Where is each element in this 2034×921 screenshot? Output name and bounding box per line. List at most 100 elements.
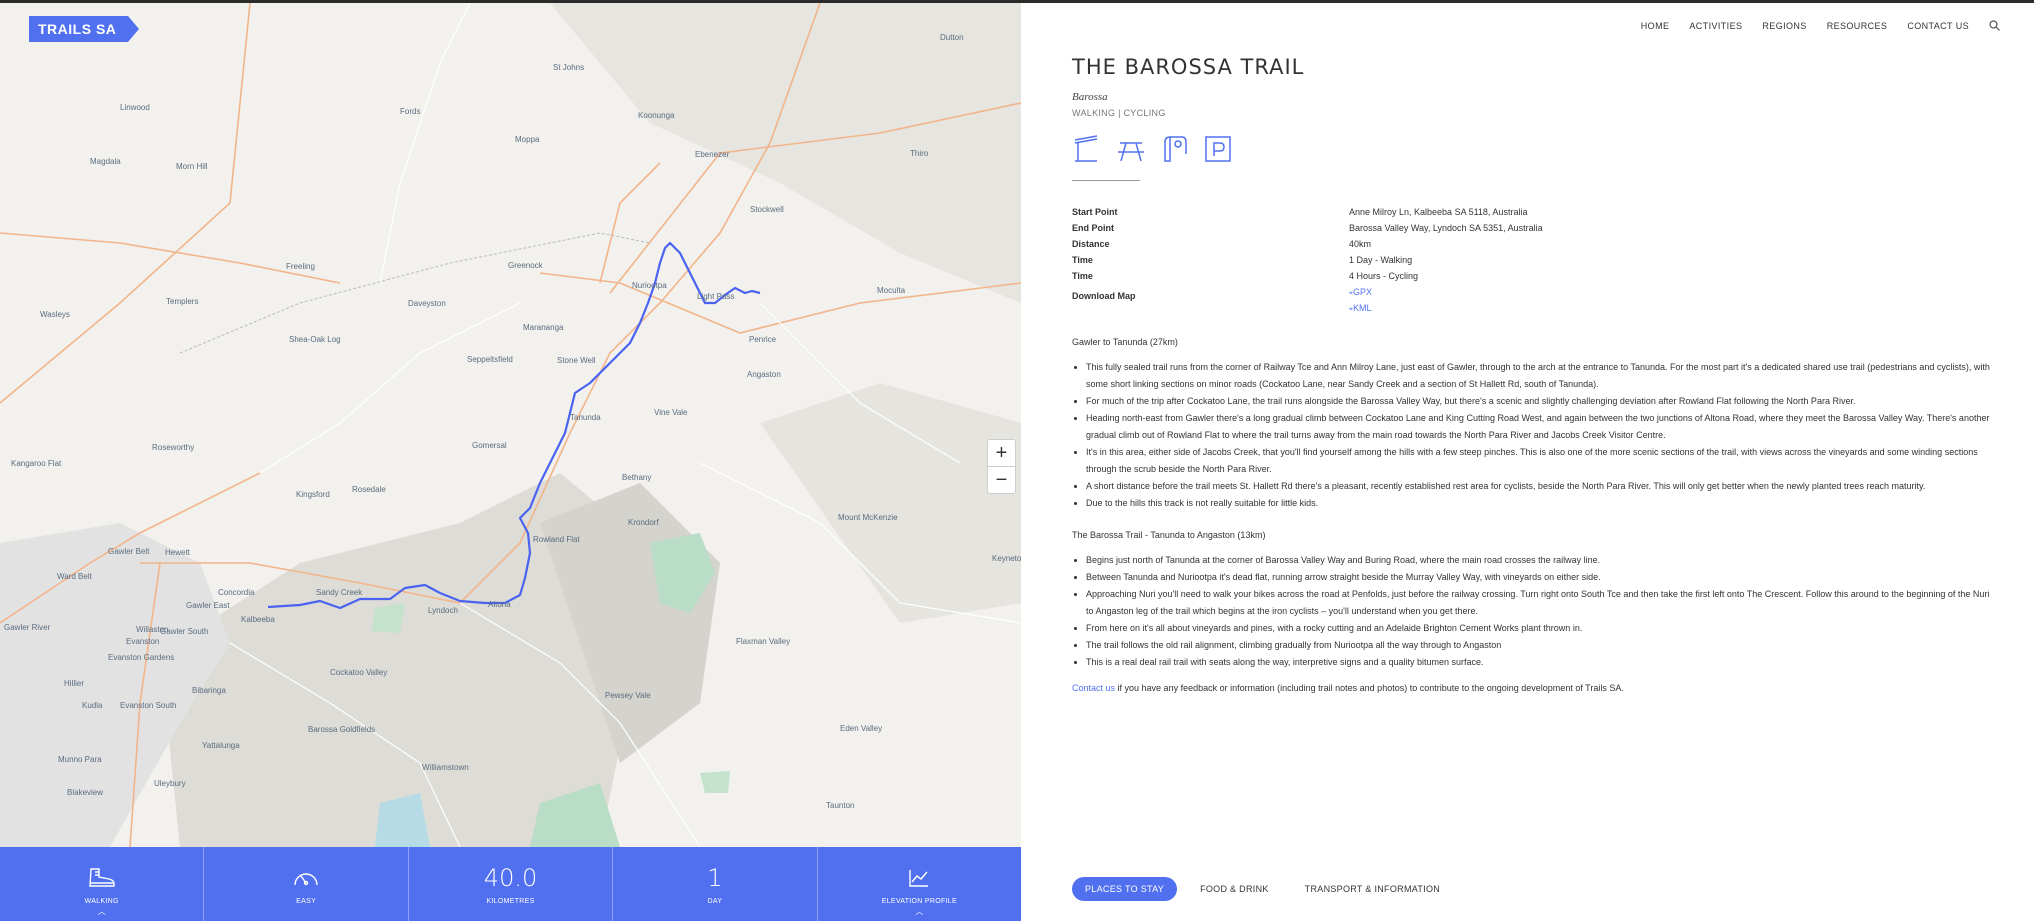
- place-label: Hewett: [165, 548, 190, 557]
- place-label: Gomersal: [472, 441, 507, 450]
- place-label: Altona: [488, 600, 511, 609]
- list-item: Begins just north of Tanunda at the corn…: [1086, 552, 1992, 569]
- place-label: Rowland Flat: [533, 535, 580, 544]
- place-label: Stone Well: [557, 356, 596, 365]
- parking-icon: [1205, 136, 1231, 162]
- place-label: Hillier: [64, 679, 84, 688]
- tab-transport-information[interactable]: TRANSPORT & INFORMATION: [1292, 877, 1453, 901]
- place-label: Uleybury: [154, 779, 186, 788]
- list-item: A short distance before the trail meets …: [1086, 478, 1992, 495]
- kml-link-text: KML: [1352, 303, 1372, 313]
- zoom-out-button[interactable]: −: [988, 467, 1015, 493]
- facilities-icons: [1072, 134, 1992, 164]
- list-item: It's in this area, either side of Jacobs…: [1086, 444, 1992, 478]
- place-label: Sandy Creek: [316, 588, 363, 597]
- place-label: Pewsey Vale: [605, 691, 651, 700]
- distance-value: 40.0: [483, 863, 538, 892]
- duration-unit-label: DAY: [707, 897, 723, 905]
- place-label: Concordia: [218, 588, 255, 597]
- search-icon[interactable]: [1989, 20, 2000, 31]
- section-heading: Gawler to Tanunda (27km): [1072, 337, 1178, 347]
- place-label: Evanston: [126, 637, 160, 646]
- place-label: Freeling: [286, 262, 315, 271]
- list-item: This fully sealed trail runs from the co…: [1086, 359, 1992, 393]
- start-point-label: Start Point: [1072, 207, 1118, 217]
- zoom-control: + −: [987, 439, 1016, 494]
- place-label: Seppeltsfield: [467, 355, 513, 364]
- place-label: Angaston: [747, 370, 781, 379]
- list-item: Approaching Nuri you'll need to walk you…: [1086, 586, 1992, 620]
- place-label: St Johns: [553, 63, 585, 72]
- place-label: Gawler River: [4, 623, 51, 632]
- map-canvas[interactable]: [0, 3, 1021, 847]
- kml-download-link[interactable]: ⌖KML: [1349, 303, 1543, 319]
- nav-activities[interactable]: ACTIVITIES: [1689, 21, 1742, 31]
- shelter-icon: [1074, 135, 1098, 162]
- gpx-download-link[interactable]: ⌖GPX: [1349, 287, 1543, 303]
- download-map-label: Download Map: [1072, 291, 1136, 301]
- place-label: Shea-Oak Log: [289, 335, 341, 344]
- stat-difficulty: EASY: [204, 847, 409, 921]
- place-label: Yattalunga: [202, 741, 240, 750]
- place-label: Munno Para: [58, 755, 102, 764]
- place-label: Greenock: [508, 261, 543, 270]
- place-label: Williamstown: [422, 763, 469, 772]
- place-label: Dutton: [940, 33, 964, 42]
- place-label: Vine Vale: [654, 408, 688, 417]
- elevation-profile-label: ELEVATION PROFILE: [881, 897, 957, 905]
- place-label: Flaxman Valley: [736, 637, 791, 646]
- trail-map[interactable]: Dutton Linwood St Johns Fords Koonunga M…: [0, 3, 1021, 847]
- place-label: Lyndoch: [428, 606, 458, 615]
- list-item: Due to the hills this track is not reall…: [1086, 495, 1992, 512]
- nav-resources[interactable]: RESOURCES: [1827, 21, 1888, 31]
- walking-boot-icon: [87, 864, 117, 892]
- stat-elevation[interactable]: ELEVATION PROFILE ︿: [818, 847, 1021, 921]
- place-label: Magdala: [90, 157, 121, 166]
- nav-home[interactable]: HOME: [1641, 21, 1670, 31]
- nav-contact-us[interactable]: CONTACT US: [1907, 21, 1969, 31]
- place-label: Morn Hill: [176, 162, 208, 171]
- time-walking: 1 Day - Walking: [1349, 255, 1413, 265]
- stat-duration: 1 DAY: [613, 847, 818, 921]
- start-point-value: Anne Milroy Ln, Kalbeeba SA 5118, Austra…: [1349, 207, 1528, 217]
- place-label: Gawler South: [160, 627, 209, 636]
- tab-places-to-stay[interactable]: PLACES TO STAY: [1072, 877, 1178, 901]
- zoom-in-button[interactable]: +: [988, 440, 1015, 467]
- trail-info-table: Start Point Anne Milroy Ln, Kalbeeba SA 5…: [1072, 207, 1543, 319]
- place-label: Bibaringa: [192, 686, 226, 695]
- chevron-up-icon: ︿: [97, 907, 106, 916]
- place-label: Eden Valley: [840, 724, 883, 733]
- section1-list: This fully sealed trail runs from the co…: [1072, 359, 1992, 512]
- place-label: Mount McKenzie: [838, 513, 898, 522]
- place-label: Koonunga: [638, 111, 675, 120]
- place-label: Rosedale: [352, 485, 386, 494]
- time-label: Time: [1072, 271, 1093, 281]
- trails-sa-logo[interactable]: TRAILS SA: [29, 16, 140, 42]
- list-item: The trail follows the old rail alignment…: [1086, 637, 1992, 654]
- place-label: Kangaroo Flat: [11, 459, 62, 468]
- place-label: Light Pass: [697, 292, 735, 301]
- section-heading: The Barossa Trail - Tanunda to Angaston …: [1072, 530, 1266, 540]
- end-point-label: End Point: [1072, 223, 1114, 233]
- trail-title: THE BAROSSA TRAIL: [1072, 55, 1305, 79]
- stat-walking[interactable]: WALKING ︿: [0, 847, 205, 921]
- picnic-table-icon: [1118, 142, 1144, 162]
- distance-value-text: 40km: [1349, 239, 1372, 249]
- nav-regions[interactable]: REGIONS: [1762, 21, 1806, 31]
- tab-food-and-drink[interactable]: FOOD & DRINK: [1187, 877, 1282, 901]
- place-label: Kalbeeba: [241, 615, 275, 624]
- end-point-value: Barossa Valley Way, Lyndoch SA 5351, Aus…: [1349, 223, 1543, 233]
- place-label: Moculta: [877, 286, 906, 295]
- list-item: From here on it's all about vineyards an…: [1086, 620, 1992, 637]
- distance-label: Distance: [1072, 239, 1110, 249]
- stat-distance: 40.0 KILOMETRES: [409, 847, 614, 921]
- place-label: Ward Belt: [57, 572, 92, 581]
- place-label: Barossa Goldfields: [308, 725, 376, 734]
- places-tabs: PLACES TO STAY FOOD & DRINK TRANSPORT & …: [1072, 877, 1453, 901]
- contact-us-link[interactable]: Contact us: [1072, 683, 1115, 693]
- place-label: Marananga: [523, 323, 564, 332]
- place-label: Kingsford: [296, 490, 330, 499]
- main-nav: HOME ACTIVITIES REGIONS RESOURCES CONTAC…: [1641, 20, 2000, 31]
- trail-activities: WALKING | CYCLING: [1072, 108, 1166, 118]
- stat-difficulty-label: EASY: [296, 897, 317, 905]
